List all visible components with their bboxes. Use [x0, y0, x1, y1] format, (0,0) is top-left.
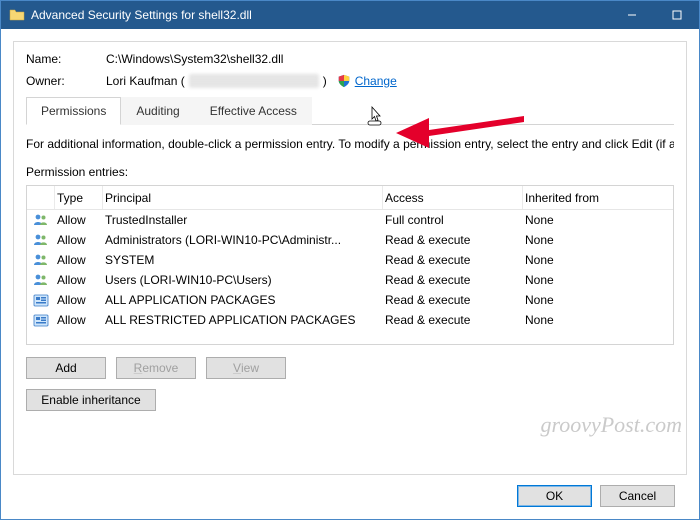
- tab-auditing[interactable]: Auditing: [121, 97, 194, 125]
- shield-icon: [337, 74, 351, 88]
- table-body: AllowTrustedInstallerFull controlNoneAll…: [27, 210, 673, 330]
- enable-inheritance-button[interactable]: Enable inheritance: [26, 389, 156, 411]
- package-icon: [27, 312, 55, 328]
- name-value: C:\Windows\System32\shell32.dll: [106, 52, 674, 66]
- cell-type: Allow: [55, 313, 103, 327]
- cell-type: Allow: [55, 293, 103, 307]
- dialog-buttons: OK Cancel: [13, 475, 687, 519]
- cell-principal: SYSTEM: [103, 253, 383, 267]
- cell-inherited: None: [523, 253, 673, 267]
- cell-access: Read & execute: [383, 253, 523, 267]
- cell-type: Allow: [55, 253, 103, 267]
- cell-principal: ALL RESTRICTED APPLICATION PACKAGES: [103, 313, 383, 327]
- cell-inherited: None: [523, 213, 673, 227]
- table-row[interactable]: AllowAdministrators (LORI-WIN10-PC\Admin…: [27, 230, 673, 250]
- cell-inherited: None: [523, 233, 673, 247]
- cell-access: Read & execute: [383, 273, 523, 287]
- window: Advanced Security Settings for shell32.d…: [0, 0, 700, 520]
- cell-access: Read & execute: [383, 293, 523, 307]
- cell-inherited: None: [523, 273, 673, 287]
- change-owner-link[interactable]: Change: [355, 74, 397, 88]
- package-icon: [27, 292, 55, 308]
- permissions-table: Type Principal Access Inherited from All…: [26, 185, 674, 345]
- cancel-button[interactable]: Cancel: [600, 485, 675, 507]
- people-icon: [27, 212, 55, 228]
- titlebar: Advanced Security Settings for shell32.d…: [1, 1, 699, 29]
- tab-permissions[interactable]: Permissions: [26, 97, 121, 125]
- ok-button[interactable]: OK: [517, 485, 592, 507]
- name-row: Name: C:\Windows\System32\shell32.dll: [26, 52, 674, 66]
- col-principal[interactable]: Principal: [103, 186, 383, 209]
- owner-suffix: ): [323, 74, 327, 88]
- cell-principal: ALL APPLICATION PACKAGES: [103, 293, 383, 307]
- cell-type: Allow: [55, 273, 103, 287]
- table-row[interactable]: AllowTrustedInstallerFull controlNone: [27, 210, 673, 230]
- table-header: Type Principal Access Inherited from: [27, 186, 673, 210]
- table-row[interactable]: AllowALL APPLICATION PACKAGESRead & exec…: [27, 290, 673, 310]
- cell-inherited: None: [523, 293, 673, 307]
- people-icon: [27, 252, 55, 268]
- view-button[interactable]: View: [206, 357, 286, 379]
- add-button[interactable]: Add: [26, 357, 106, 379]
- cell-access: Read & execute: [383, 313, 523, 327]
- col-inherited[interactable]: Inherited from: [523, 191, 673, 205]
- folder-icon: [9, 7, 25, 23]
- owner-account-masked: [189, 74, 319, 88]
- col-access[interactable]: Access: [383, 186, 523, 209]
- minimize-button[interactable]: [609, 1, 654, 29]
- cell-access: Full control: [383, 213, 523, 227]
- inner-panel: Name: C:\Windows\System32\shell32.dll Ow…: [13, 41, 687, 475]
- people-icon: [27, 232, 55, 248]
- name-label: Name:: [26, 52, 106, 66]
- tabs: Permissions Auditing Effective Access: [26, 96, 674, 125]
- owner-label: Owner:: [26, 74, 106, 88]
- entry-buttons-row: Add Remove View: [26, 357, 674, 379]
- maximize-button[interactable]: [654, 1, 699, 29]
- cell-access: Read & execute: [383, 233, 523, 247]
- cell-principal: TrustedInstaller: [103, 213, 383, 227]
- cell-principal: Administrators (LORI-WIN10-PC\Administr.…: [103, 233, 383, 247]
- people-icon: [27, 272, 55, 288]
- cell-type: Allow: [55, 213, 103, 227]
- owner-row: Owner: Lori Kaufman ( ) Change: [26, 74, 674, 88]
- owner-name-text: Lori Kaufman (: [106, 74, 185, 88]
- table-row[interactable]: AllowUsers (LORI-WIN10-PC\Users)Read & e…: [27, 270, 673, 290]
- col-type[interactable]: Type: [55, 186, 103, 209]
- table-row[interactable]: AllowSYSTEMRead & executeNone: [27, 250, 673, 270]
- info-text: For additional information, double-click…: [26, 137, 674, 151]
- cell-principal: Users (LORI-WIN10-PC\Users): [103, 273, 383, 287]
- tab-effective-access[interactable]: Effective Access: [195, 97, 312, 125]
- owner-value: Lori Kaufman ( ) Change: [106, 74, 674, 88]
- watermark-text: groovyPost.com: [540, 412, 682, 438]
- table-row[interactable]: AllowALL RESTRICTED APPLICATION PACKAGES…: [27, 310, 673, 330]
- window-title: Advanced Security Settings for shell32.d…: [31, 8, 252, 22]
- content-area: Name: C:\Windows\System32\shell32.dll Ow…: [1, 29, 699, 519]
- cell-type: Allow: [55, 233, 103, 247]
- permission-entries-label: Permission entries:: [26, 165, 674, 179]
- cell-inherited: None: [523, 313, 673, 327]
- remove-button[interactable]: Remove: [116, 357, 196, 379]
